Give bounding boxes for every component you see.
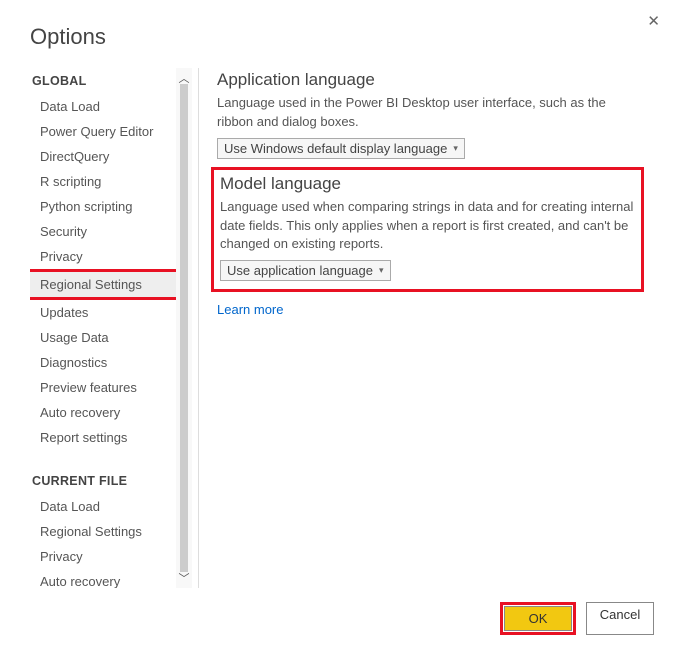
sidebar-header-current-file: CURRENT FILE <box>32 474 176 488</box>
sidebar-item-auto-recovery[interactable]: Auto recovery <box>30 400 176 425</box>
sidebar-item-cf-data-load[interactable]: Data Load <box>30 494 176 519</box>
sidebar-item-preview-features[interactable]: Preview features <box>30 375 176 400</box>
application-language-dropdown[interactable]: Use Windows default display language ▾ <box>217 138 465 159</box>
model-language-title: Model language <box>220 174 635 194</box>
scroll-thumb[interactable] <box>180 84 188 572</box>
sidebar-item-updates[interactable]: Updates <box>30 300 176 325</box>
ok-button[interactable]: OK <box>504 606 572 631</box>
sidebar: GLOBAL Data Load Power Query Editor Dire… <box>30 68 176 588</box>
sidebar-item-r-scripting[interactable]: R scripting <box>30 169 176 194</box>
highlight-regional-settings: Regional Settings <box>30 269 176 300</box>
options-dialog: ✕ Options GLOBAL Data Load Power Query E… <box>0 0 676 651</box>
sidebar-item-python-scripting[interactable]: Python scripting <box>30 194 176 219</box>
cancel-button[interactable]: Cancel <box>586 602 654 635</box>
main-panel: Application language Language used in th… <box>217 68 646 588</box>
learn-more-link[interactable]: Learn more <box>217 302 283 317</box>
sidebar-item-usage-data[interactable]: Usage Data <box>30 325 176 350</box>
sidebar-item-regional-settings[interactable]: Regional Settings <box>30 272 176 297</box>
chevron-down-icon: ▾ <box>453 143 458 154</box>
sidebar-header-global: GLOBAL <box>32 74 176 88</box>
sidebar-item-data-load[interactable]: Data Load <box>30 94 176 119</box>
dialog-title: Options <box>0 0 676 68</box>
model-language-desc: Language used when comparing strings in … <box>220 198 635 255</box>
application-language-value: Use Windows default display language <box>224 141 447 156</box>
sidebar-item-directquery[interactable]: DirectQuery <box>30 144 176 169</box>
close-icon[interactable]: ✕ <box>643 8 664 34</box>
sidebar-scrollbar[interactable]: ︿ ﹀ <box>176 68 192 588</box>
chevron-down-icon: ▾ <box>379 265 384 276</box>
sidebar-item-cf-regional-settings[interactable]: Regional Settings <box>30 519 176 544</box>
model-language-dropdown[interactable]: Use application language ▾ <box>220 260 391 281</box>
vertical-divider <box>198 68 199 588</box>
sidebar-item-report-settings[interactable]: Report settings <box>30 425 176 450</box>
sidebar-item-power-query-editor[interactable]: Power Query Editor <box>30 119 176 144</box>
sidebar-item-cf-auto-recovery[interactable]: Auto recovery <box>30 569 176 588</box>
sidebar-item-privacy[interactable]: Privacy <box>30 244 176 269</box>
dialog-footer: OK Cancel <box>500 602 654 635</box>
highlight-ok-button: OK <box>500 602 576 635</box>
application-language-title: Application language <box>217 70 640 90</box>
application-language-desc: Language used in the Power BI Desktop us… <box>217 94 640 132</box>
sidebar-item-diagnostics[interactable]: Diagnostics <box>30 350 176 375</box>
sidebar-item-security[interactable]: Security <box>30 219 176 244</box>
highlight-model-language: Model language Language used when compar… <box>211 167 644 293</box>
sidebar-container: GLOBAL Data Load Power Query Editor Dire… <box>30 68 192 588</box>
sidebar-item-cf-privacy[interactable]: Privacy <box>30 544 176 569</box>
model-language-value: Use application language <box>227 263 373 278</box>
dialog-body: GLOBAL Data Load Power Query Editor Dire… <box>0 68 676 588</box>
